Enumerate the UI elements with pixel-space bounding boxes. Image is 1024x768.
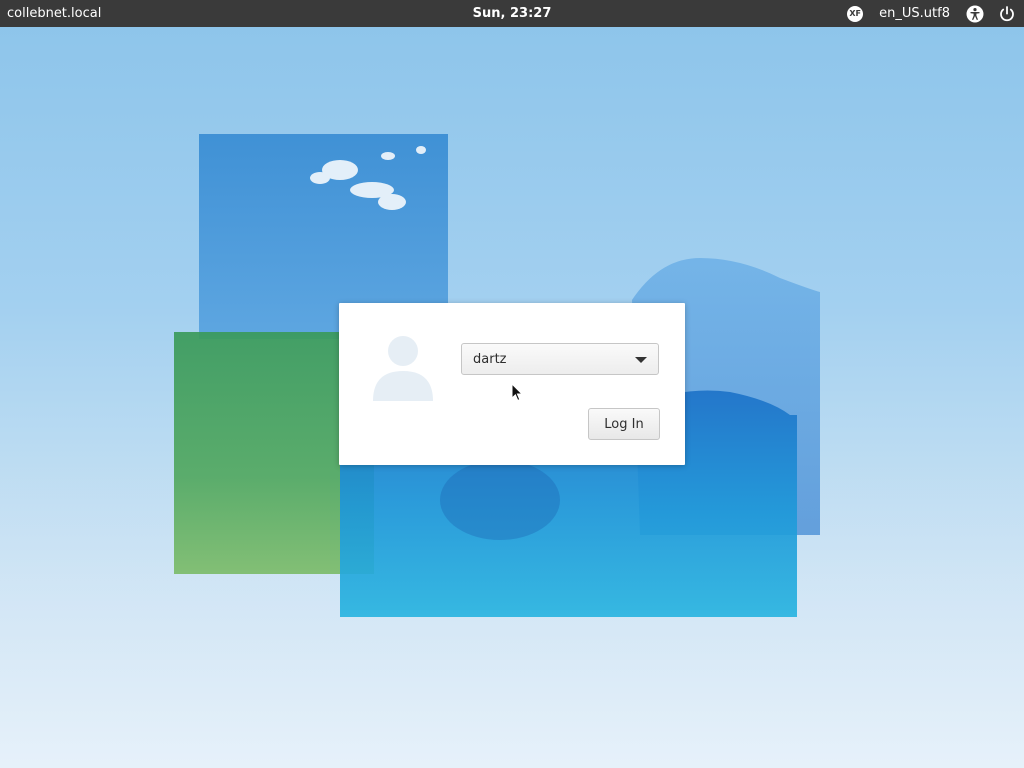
chevron-down-icon — [635, 357, 647, 363]
power-icon[interactable] — [998, 5, 1016, 23]
top-bar: collebnet.local Sun, 23:27 XF en_US.utf8 — [0, 0, 1024, 27]
keyboard-layout-icon[interactable]: XF — [847, 5, 864, 22]
hostname-label: collebnet.local — [7, 6, 102, 21]
system-tray: XF en_US.utf8 — [847, 0, 1016, 27]
mouse-pointer-icon — [511, 383, 523, 402]
log-in-button[interactable]: Log In — [588, 408, 660, 440]
user-avatar-icon — [369, 331, 437, 403]
login-screen: collebnet.local Sun, 23:27 XF en_US.utf8 — [0, 0, 1024, 768]
selected-user: dartz — [473, 352, 507, 367]
clock[interactable]: Sun, 23:27 — [473, 6, 552, 21]
user-select-dropdown[interactable]: dartz — [461, 343, 659, 375]
locale-indicator[interactable]: en_US.utf8 — [879, 6, 950, 21]
accessibility-icon[interactable] — [966, 5, 984, 23]
